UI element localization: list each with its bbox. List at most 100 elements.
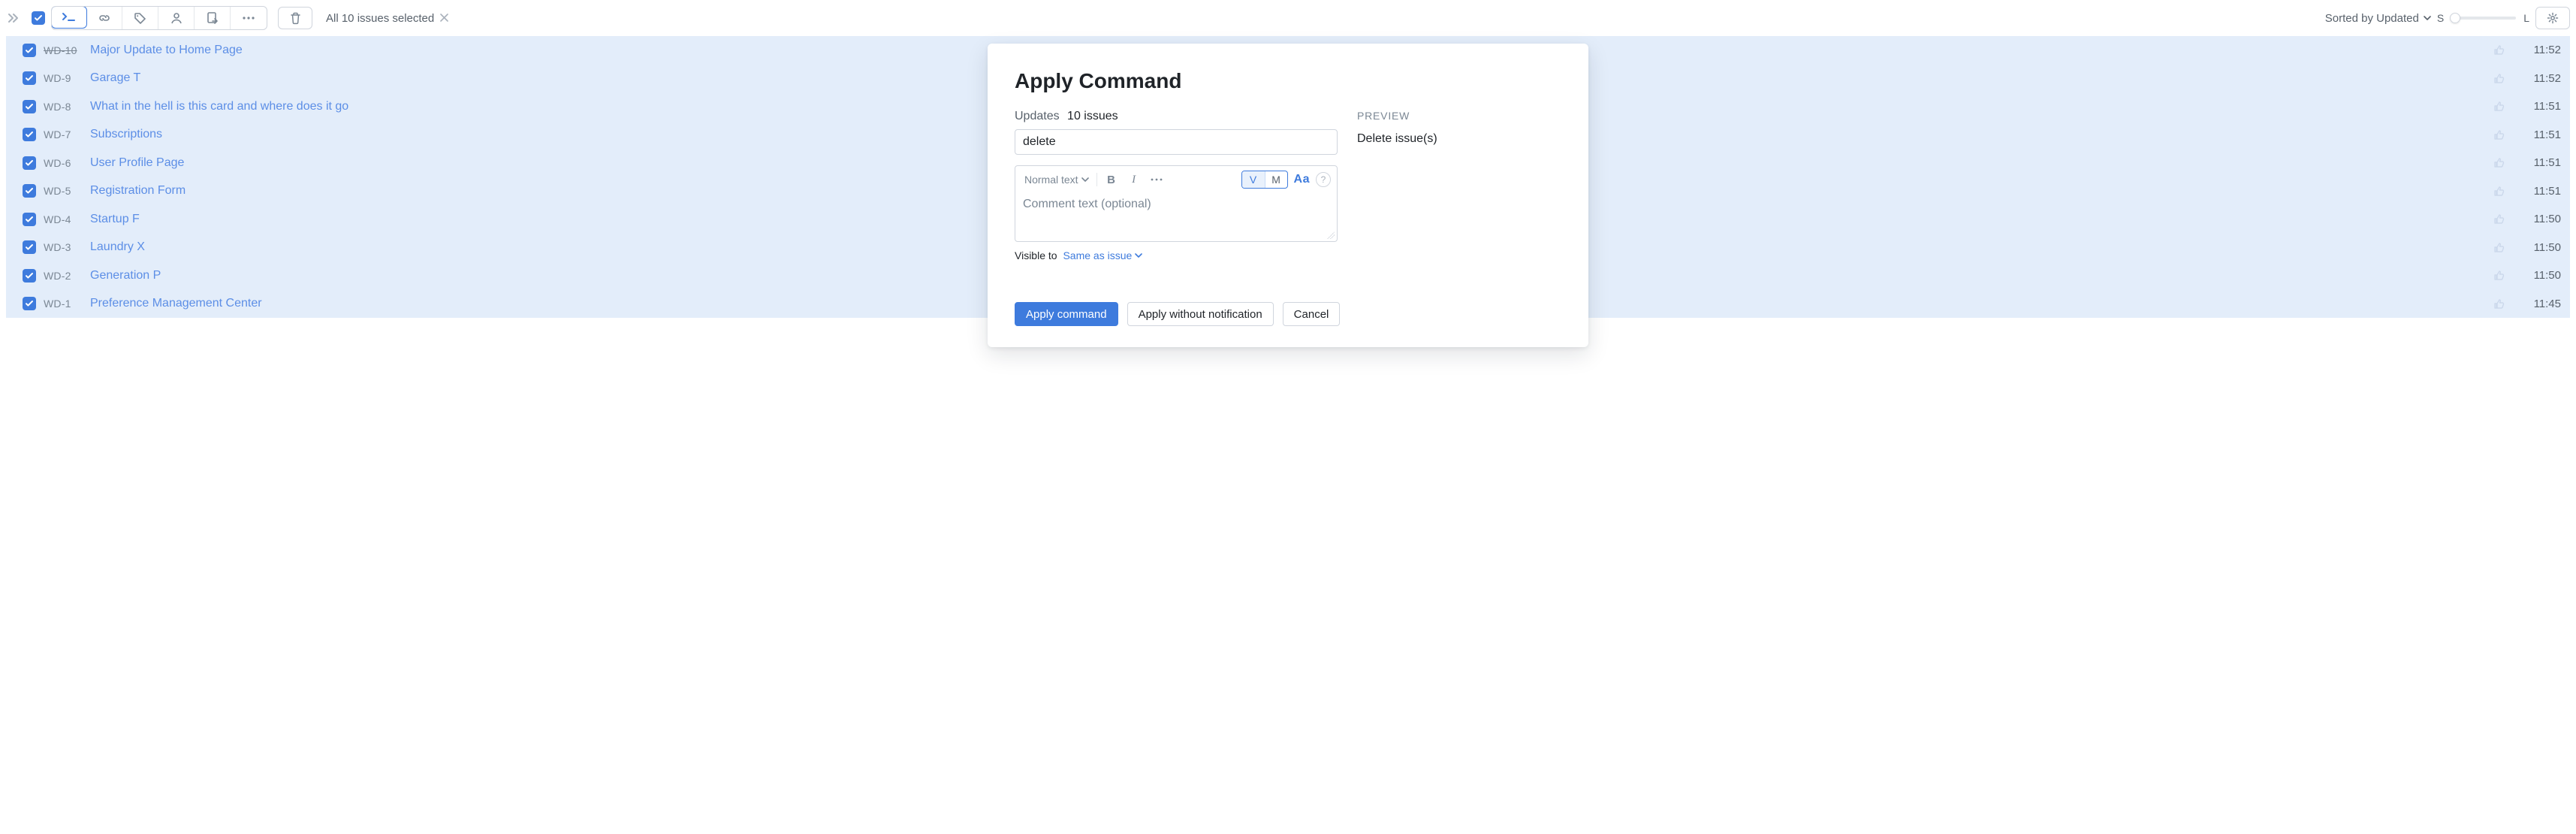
editor-help-button[interactable]: ? <box>1316 172 1331 187</box>
issue-updated-time: 11:52 <box>2526 72 2561 85</box>
card-size-slider[interactable]: S L <box>2437 12 2529 24</box>
size-large-label: L <box>2523 12 2529 24</box>
issue-title-link[interactable]: Subscriptions <box>90 128 162 141</box>
row-checkbox[interactable] <box>23 213 36 226</box>
vote-icon[interactable] <box>2493 44 2505 56</box>
row-checkbox[interactable] <box>23 240 36 254</box>
expand-sidebar-icon[interactable] <box>6 11 23 25</box>
row-checkbox[interactable] <box>23 44 36 57</box>
editor-more-button[interactable] <box>1147 171 1166 189</box>
comment-placeholder: Comment text (optional) <box>1023 198 1151 210</box>
issue-updated-time: 11:51 <box>2526 185 2561 198</box>
row-checkbox[interactable] <box>23 128 36 141</box>
issue-title-link[interactable]: Startup F <box>90 213 140 226</box>
vote-icon[interactable] <box>2493 72 2505 85</box>
tag-icon <box>134 12 147 24</box>
vote-icon[interactable] <box>2493 269 2505 282</box>
issue-title-link[interactable]: Registration Form <box>90 184 186 198</box>
clear-selection-button[interactable] <box>440 12 448 25</box>
row-checkbox[interactable] <box>23 156 36 170</box>
text-style-label: Normal text <box>1024 174 1078 186</box>
issue-updated-time: 11:45 <box>2526 298 2561 310</box>
cancel-button[interactable]: Cancel <box>1283 302 1341 326</box>
editor-mode-markdown[interactable]: M <box>1265 171 1287 188</box>
vote-icon[interactable] <box>2493 241 2505 254</box>
preview-text: Delete issue(s) <box>1357 132 1561 146</box>
issue-updated-time: 11:50 <box>2526 241 2561 254</box>
vote-icon[interactable] <box>2493 128 2505 141</box>
move-button[interactable] <box>195 7 231 29</box>
visibility-row: Visible to Same as issue <box>1015 249 1338 261</box>
text-format-button[interactable]: Aa <box>1291 171 1313 189</box>
apply-command-button[interactable]: Apply command <box>1015 302 1118 326</box>
resize-handle[interactable] <box>1327 231 1335 239</box>
command-input[interactable] <box>1015 129 1338 155</box>
command-button[interactable] <box>51 6 87 29</box>
apply-without-notification-button[interactable]: Apply without notification <box>1127 302 1274 326</box>
gear-icon <box>2547 12 2559 24</box>
row-checkbox[interactable] <box>23 297 36 310</box>
row-checkbox[interactable] <box>23 269 36 283</box>
text-style-dropdown[interactable]: Normal text <box>1021 171 1092 189</box>
issue-updated-time: 11:51 <box>2526 156 2561 169</box>
link-button[interactable] <box>86 7 122 29</box>
apply-command-dialog: Apply Command Updates 10 issues Normal t… <box>988 44 1588 347</box>
italic-button[interactable]: I <box>1124 171 1144 189</box>
comment-textarea[interactable]: Comment text (optional) <box>1015 193 1337 241</box>
vote-icon[interactable] <box>2493 213 2505 225</box>
slider-thumb[interactable] <box>2450 13 2460 23</box>
vote-icon[interactable] <box>2493 185 2505 198</box>
chevron-down-icon <box>2424 12 2431 25</box>
issue-id: WD-6 <box>44 157 83 169</box>
visibility-label: Visible to <box>1015 249 1057 261</box>
issue-title-link[interactable]: Laundry X <box>90 240 145 254</box>
issue-id: WD-2 <box>44 270 83 282</box>
row-checkbox[interactable] <box>23 100 36 113</box>
selection-summary: All 10 issues selected <box>326 12 448 25</box>
issue-title-link[interactable]: Garage T <box>90 71 140 85</box>
bulk-action-group <box>51 6 267 30</box>
sort-dropdown[interactable]: Sorted by Updated <box>2325 12 2431 25</box>
link-icon <box>98 13 111 23</box>
vote-icon[interactable] <box>2493 100 2505 113</box>
ellipsis-icon <box>242 16 255 20</box>
issue-title-link[interactable]: Generation P <box>90 269 161 283</box>
editor-mode-toggle[interactable]: V M <box>1241 171 1288 189</box>
issue-id: WD-1 <box>44 298 83 310</box>
settings-button[interactable] <box>2535 7 2570 29</box>
issue-updated-time: 11:51 <box>2526 100 2561 113</box>
issue-title-link[interactable]: Preference Management Center <box>90 297 262 310</box>
editor-mode-visual[interactable]: V <box>1242 171 1265 188</box>
issue-title-link[interactable]: What in the hell is this card and where … <box>90 100 348 113</box>
tag-button[interactable] <box>122 7 158 29</box>
size-small-label: S <box>2437 12 2444 24</box>
visibility-dropdown[interactable]: Same as issue <box>1063 249 1142 261</box>
more-button[interactable] <box>231 7 267 29</box>
issue-id: WD-10 <box>44 44 83 56</box>
bold-button[interactable]: B <box>1102 171 1121 189</box>
issue-id: WD-7 <box>44 128 83 141</box>
row-checkbox[interactable] <box>23 71 36 85</box>
assignee-button[interactable] <box>158 7 195 29</box>
select-all-checkbox[interactable] <box>32 11 45 25</box>
vote-icon[interactable] <box>2493 156 2505 169</box>
issue-id: WD-9 <box>44 72 83 84</box>
preview-heading: PREVIEW <box>1357 110 1561 122</box>
issue-title-link[interactable]: User Profile Page <box>90 156 184 170</box>
issue-updated-time: 11:52 <box>2526 44 2561 56</box>
ellipsis-icon <box>1151 178 1163 181</box>
sort-label: Sorted by Updated <box>2325 12 2419 25</box>
selection-summary-text: All 10 issues selected <box>326 12 434 25</box>
editor-toolbar: Normal text B I <box>1015 166 1337 193</box>
delete-button[interactable] <box>278 7 312 29</box>
trash-icon <box>290 12 301 25</box>
issue-updated-time: 11:51 <box>2526 128 2561 141</box>
issue-id: WD-5 <box>44 185 83 197</box>
person-icon <box>170 12 182 24</box>
slider-track[interactable] <box>2451 17 2516 20</box>
issue-title-link[interactable]: Major Update to Home Page <box>90 44 243 57</box>
chevron-down-icon <box>1135 249 1142 261</box>
move-icon <box>207 11 219 25</box>
vote-icon[interactable] <box>2493 298 2505 310</box>
row-checkbox[interactable] <box>23 184 36 198</box>
